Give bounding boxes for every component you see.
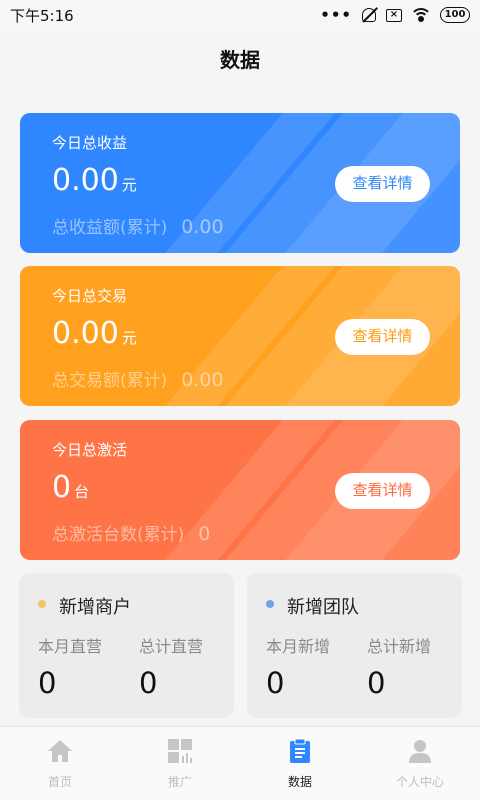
new-merchants-panel: 新增商户 本月直营 总计直营 0 0: [19, 573, 234, 718]
tab-data[interactable]: 数据: [240, 727, 360, 800]
card-value-number: 0.00: [52, 163, 119, 198]
tab-label: 推广: [167, 775, 192, 789]
more-dots-icon: •••: [320, 6, 352, 24]
card-total-label: 总激活台数(累计): [52, 525, 185, 545]
new-team-panel: 新增团队 本月新增 总计新增 0 0: [247, 573, 462, 718]
card-value: 0台: [52, 470, 89, 505]
view-details-button[interactable]: 查看详情: [335, 166, 430, 202]
card-total: 总收益额(累计) 0.00: [52, 213, 224, 238]
status-icons: ••• × 100: [320, 6, 470, 24]
view-details-button[interactable]: 查看详情: [335, 473, 430, 509]
bottom-tab-bar: 首页 推广 数据 个人中心: [0, 726, 480, 800]
stat-col2-value: 0: [367, 666, 386, 700]
card-total-value: 0.00: [181, 369, 224, 391]
clipboard-icon: [290, 738, 310, 763]
tab-home[interactable]: 首页: [0, 727, 120, 800]
card-value-number: 0: [52, 470, 72, 505]
card-total: 总激活台数(累计) 0: [52, 520, 210, 545]
stat-title: 新增团队: [287, 597, 359, 618]
mute-bell-icon: [362, 8, 376, 22]
status-bar: 下午5:16 ••• × 100: [0, 0, 480, 30]
card-today-activation: 今日总激活 0台 总激活台数(累计) 0 查看详情: [20, 420, 460, 560]
view-details-button[interactable]: 查看详情: [335, 319, 430, 355]
tab-promote[interactable]: 推广: [120, 727, 240, 800]
card-value-number: 0.00: [52, 316, 119, 351]
tab-label: 首页: [47, 775, 72, 789]
card-label: 今日总激活: [52, 441, 128, 459]
stat-col2-label: 总计新增: [367, 637, 432, 656]
card-today-transaction: 今日总交易 0.00 元 总交易额(累计) 0.00 查看详情: [20, 266, 460, 406]
stat-col1-value: 0: [266, 666, 285, 700]
battery-icon: 100: [440, 7, 470, 23]
card-value: 0.00 元: [52, 163, 137, 198]
tab-profile[interactable]: 个人中心: [360, 727, 480, 800]
tab-label: 个人中心: [395, 775, 444, 789]
card-total: 总交易额(累计) 0.00: [52, 366, 224, 391]
stat-col1-label: 本月直营: [38, 637, 103, 656]
bullet-dot: [266, 600, 274, 608]
card-total-label: 总交易额(累计): [52, 371, 168, 391]
card-today-revenue: 今日总收益 0.00 元 总收益额(累计) 0.00 查看详情: [20, 113, 460, 253]
card-unit: 元: [121, 329, 137, 347]
card-total-label: 总收益额(累计): [52, 218, 168, 238]
card-unit: 台: [74, 483, 90, 501]
stat-title: 新增商户: [59, 597, 131, 618]
wifi-icon: [412, 8, 430, 22]
grid-chart-icon: [168, 739, 192, 763]
card-total-value: 0: [198, 523, 211, 545]
stat-col2-value: 0: [139, 666, 158, 700]
page-title: 数据: [220, 48, 260, 72]
card-value: 0.00 元: [52, 316, 137, 351]
sim-off-icon: ×: [386, 8, 402, 22]
card-label: 今日总收益: [52, 134, 128, 152]
user-icon: [409, 740, 431, 763]
stat-col1-label: 本月新增: [266, 637, 331, 656]
card-unit: 元: [121, 176, 137, 194]
card-label: 今日总交易: [52, 287, 128, 305]
status-time: 下午5:16: [10, 6, 74, 25]
stat-col1-value: 0: [38, 666, 57, 700]
stat-col2-label: 总计直营: [139, 637, 204, 656]
card-total-value: 0.00: [181, 216, 224, 238]
home-icon: [48, 740, 72, 762]
tab-label: 数据: [287, 775, 312, 789]
bullet-dot: [38, 600, 46, 608]
